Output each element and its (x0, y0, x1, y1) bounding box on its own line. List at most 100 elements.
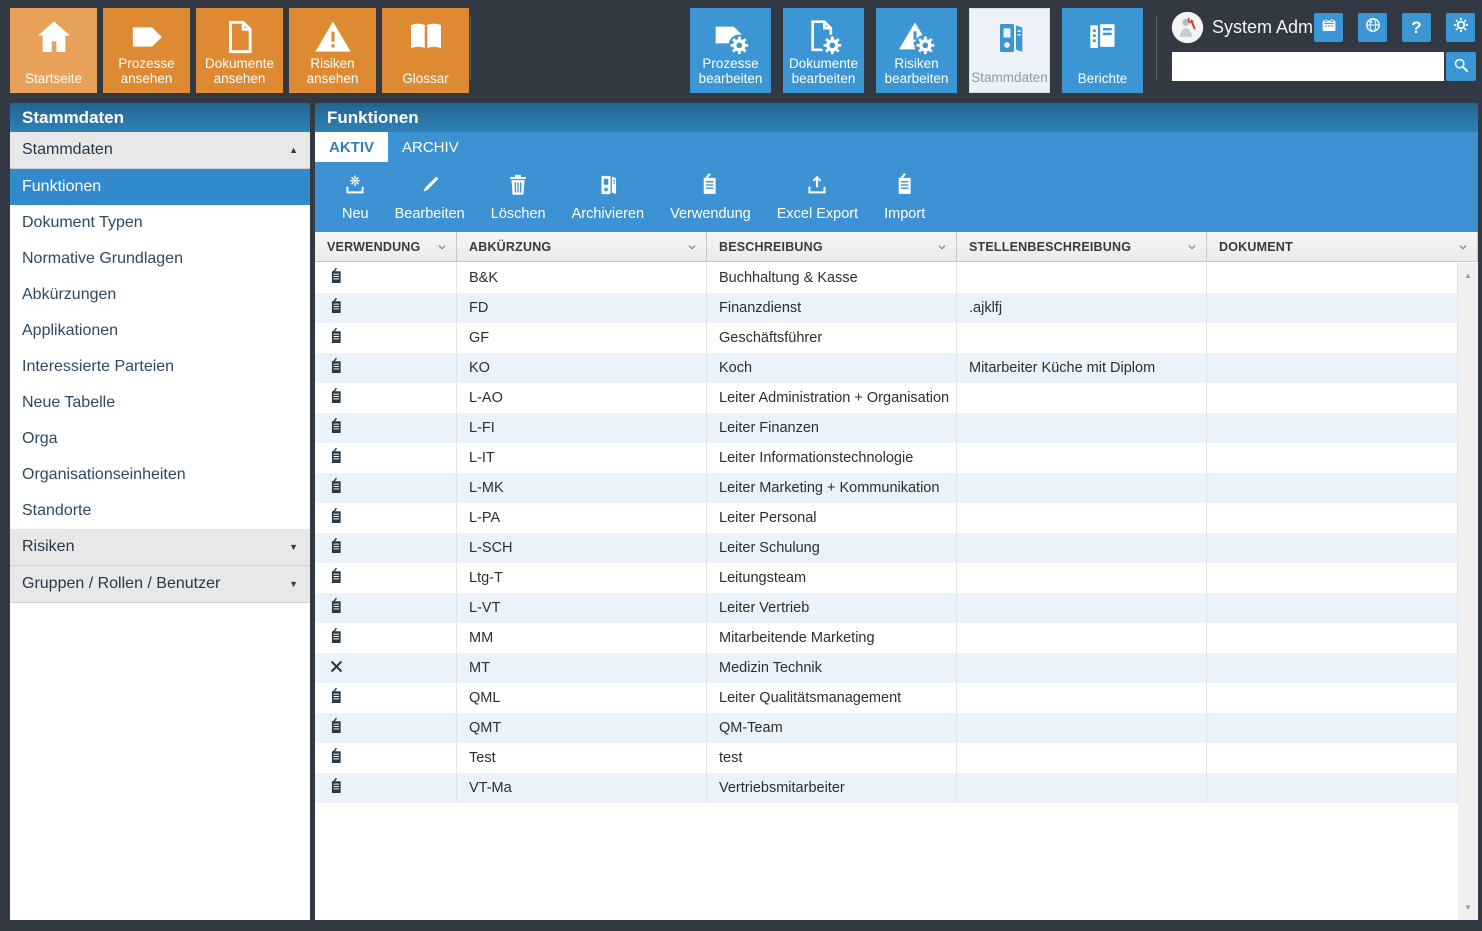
cell-abkuerzung: L-AO (457, 383, 707, 413)
globe-button[interactable] (1358, 13, 1387, 42)
sidebar-item-orga[interactable]: Orga (10, 421, 310, 457)
nav-button-berichte[interactable]: Berichte (1062, 8, 1143, 93)
table-row-vt-ma[interactable]: VT-MaVertriebsmitarbeiter (315, 773, 1458, 803)
column-filter-chevron-icon[interactable] (1455, 239, 1471, 255)
cell-verwendung (315, 323, 457, 353)
column-filter-chevron-icon[interactable] (1184, 239, 1200, 255)
sidebar-item-neue-tabelle[interactable]: Neue Tabelle (10, 385, 310, 421)
cell-verwendung (315, 713, 457, 743)
sidebar-section-label: Risiken (22, 538, 74, 556)
help-button[interactable]: ? (1402, 13, 1431, 42)
report-documents-icon (1083, 17, 1123, 57)
table-row-b-k[interactable]: B&KBuchhaltung & Kasse (315, 263, 1458, 293)
cell-beschreibung: Koch (707, 353, 957, 383)
tab-archiv[interactable]: ARCHIV (388, 132, 473, 162)
toolbar-button-verwendung[interactable]: Verwendung (657, 172, 764, 222)
document-gear-icon (804, 17, 844, 57)
cell-dokument (1207, 353, 1458, 383)
toolbar-button-bearbeiten[interactable]: Bearbeiten (382, 172, 478, 222)
warning-triangle-gear-icon (897, 17, 937, 57)
sidebar-section-stammdaten[interactable]: Stammdaten▲ (10, 132, 310, 169)
verwendung-clipboard-icon (327, 357, 346, 380)
sidebar-sections: Stammdaten▲FunktionenDokument TypenNorma… (10, 132, 310, 603)
search-button[interactable] (1446, 52, 1476, 81)
column-filter-chevron-icon[interactable] (684, 239, 700, 255)
settings-button[interactable] (1446, 13, 1475, 42)
gear-icon (1452, 16, 1470, 39)
nav-button-stammdaten[interactable]: Stammdaten (969, 8, 1050, 93)
cell-abkuerzung: L-PA (457, 503, 707, 533)
sidebar-item-abkurzungen[interactable]: Abkürzungen (10, 277, 310, 313)
cell-verwendung (315, 353, 457, 383)
column-filter-chevron-icon[interactable] (434, 239, 450, 255)
table-row-mm[interactable]: MMMitarbeitende Marketing (315, 623, 1458, 653)
nav-button-label: Stammdaten (971, 70, 1048, 85)
globe-icon (1364, 16, 1382, 39)
table-row-ltg-t[interactable]: Ltg-TLeitungsteam (315, 563, 1458, 593)
table-row-l-mk[interactable]: L-MKLeiter Marketing + Kommunikation (315, 473, 1458, 503)
sidebar-item-normative-grundlagen[interactable]: Normative Grundlagen (10, 241, 310, 277)
cell-dokument (1207, 263, 1458, 293)
cell-dokument (1207, 473, 1458, 503)
vertical-scrollbar[interactable]: ▲ ▼ (1458, 263, 1478, 920)
scroll-down-icon[interactable]: ▼ (1458, 903, 1478, 912)
nav-button-risiken-bearbeiten[interactable]: Risiken bearbeiten (876, 8, 957, 93)
nav-button-glossar[interactable]: Glossar (382, 8, 469, 93)
table-row-qmt[interactable]: QMTQM-Team (315, 713, 1458, 743)
user-avatar[interactable] (1171, 11, 1204, 44)
cell-verwendung (315, 383, 457, 413)
nav-button-prozesse-bearbeiten[interactable]: Prozesse bearbeiten (690, 8, 771, 93)
table-row-ko[interactable]: KOKochMitarbeiter Küche mit Diplom (315, 353, 1458, 383)
toolbar-button-excel-export[interactable]: Excel Export (764, 172, 871, 222)
sidebar-item-dokument-typen[interactable]: Dokument Typen (10, 205, 310, 241)
nav-button-dokumente-bearbeiten[interactable]: Dokumente bearbeiten (783, 8, 864, 93)
cell-dokument (1207, 443, 1458, 473)
toolbar-button-label: Excel Export (777, 206, 858, 222)
table-row-test[interactable]: Testtest (315, 743, 1458, 773)
cell-verwendung (315, 473, 457, 503)
cell-dokument (1207, 503, 1458, 533)
column-filter-chevron-icon[interactable] (934, 239, 950, 255)
verwendung-clipboard-icon (327, 417, 346, 440)
table-row-l-vt[interactable]: L-VTLeiter Vertrieb (315, 593, 1458, 623)
sidebar-item-applikationen[interactable]: Applikationen (10, 313, 310, 349)
table-row-l-it[interactable]: L-ITLeiter Informationstechnologie (315, 443, 1458, 473)
cell-stellenbeschreibung (957, 653, 1207, 683)
toolbar-button-import[interactable]: Import (871, 172, 938, 222)
nav-button-dokumente-ansehen[interactable]: Dokumente ansehen (196, 8, 283, 93)
table-row-l-pa[interactable]: L-PALeiter Personal (315, 503, 1458, 533)
toolbar-button-archivieren[interactable]: Archivieren (559, 172, 658, 222)
sidebar-item-interessierte-parteien[interactable]: Interessierte Parteien (10, 349, 310, 385)
nav-button-startseite[interactable]: Startseite (10, 8, 97, 93)
table-row-qml[interactable]: QMLLeiter Qualitätsmanagement (315, 683, 1458, 713)
nav-button-risiken-ansehen[interactable]: Risiken ansehen (289, 8, 376, 93)
toolbar-button-loschen[interactable]: Löschen (478, 172, 559, 222)
sidebar-section-risiken[interactable]: Risiken▼ (10, 529, 310, 566)
table-row-gf[interactable]: GFGeschäftsführer (315, 323, 1458, 353)
verwendung-clipboard-icon (327, 627, 346, 650)
table-row-mt[interactable]: MTMedizin Technik (315, 653, 1458, 683)
table-row-l-sch[interactable]: L-SCHLeiter Schulung (315, 533, 1458, 563)
table-row-l-fi[interactable]: L-FILeiter Finanzen (315, 413, 1458, 443)
sidebar-item-standorte[interactable]: Standorte (10, 493, 310, 529)
scroll-up-icon[interactable]: ▲ (1458, 271, 1478, 280)
nav-button-label: Dokumente bearbeiten (783, 56, 864, 86)
nav-button-label: Risiken ansehen (289, 56, 376, 86)
cell-verwendung (315, 533, 457, 563)
verwendung-clipboard-icon (327, 297, 346, 320)
table-row-fd[interactable]: FDFinanzdienst.ajklfj (315, 293, 1458, 323)
tab-aktiv[interactable]: AKTIV (315, 132, 388, 162)
cell-stellenbeschreibung (957, 503, 1207, 533)
cell-stellenbeschreibung (957, 773, 1207, 803)
global-search-input[interactable] (1172, 52, 1444, 81)
calendar-button[interactable] (1314, 13, 1343, 42)
user-name: System Admin (1212, 17, 1327, 38)
sidebar-item-funktionen[interactable]: Funktionen (10, 169, 310, 205)
nav-button-prozesse-ansehen[interactable]: Prozesse ansehen (103, 8, 190, 93)
toolbar-button-neu[interactable]: Neu (329, 172, 382, 222)
verwendung-clipboard-icon (327, 537, 346, 560)
table-row-l-ao[interactable]: L-AOLeiter Administration + Organisation (315, 383, 1458, 413)
cell-beschreibung: Buchhaltung & Kasse (707, 263, 957, 293)
sidebar-section-gruppen-rollen-benutzer[interactable]: Gruppen / Rollen / Benutzer▼ (10, 566, 310, 603)
sidebar-item-organisationseinheiten[interactable]: Organisationseinheiten (10, 457, 310, 493)
